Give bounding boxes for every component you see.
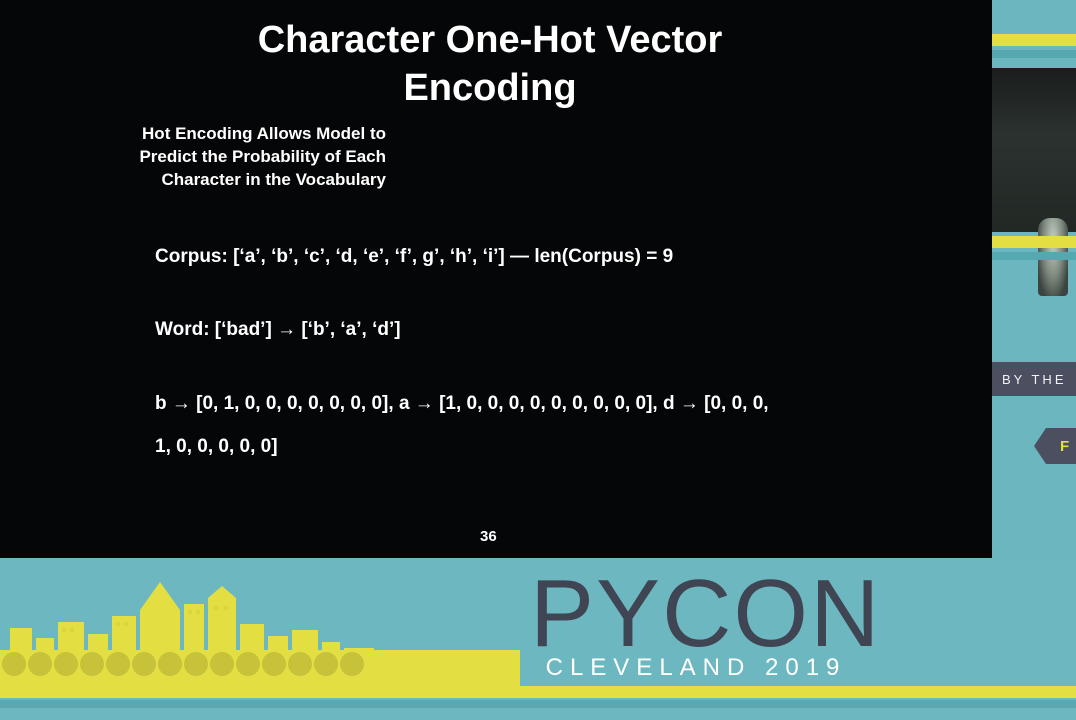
slide-subtitle: Hot Encoding Allows Model to Predict the… xyxy=(60,122,386,191)
cleveland-skyline-graphic xyxy=(0,582,520,688)
side-banner-text: BY THE xyxy=(1002,371,1067,387)
slide-subtitle-line-1: Hot Encoding Allows Model to xyxy=(142,124,386,143)
side-banner-letter: F xyxy=(1060,437,1070,455)
encoding-line-1: b → [0, 1, 0, 0, 0, 0, 0, 0, 0], a → [1,… xyxy=(155,393,769,414)
banner-yellow-stripe xyxy=(0,686,1076,698)
encoding-line-2: 1, 0, 0, 0, 0, 0] xyxy=(155,436,278,457)
word-line: Word: [‘bad’] → [‘b’, ‘a’, ‘d’] xyxy=(155,319,401,340)
stage-side-strip xyxy=(992,0,1076,558)
slide-subtitle-line-3: Character in the Vocabulary xyxy=(161,170,386,189)
side-yellow-stripe xyxy=(992,34,1076,46)
side-banner: BY THE xyxy=(992,362,1076,396)
slide-title: Character One-Hot Vector Encoding xyxy=(190,16,790,112)
banner-teal-stripe xyxy=(0,700,1076,708)
presentation-slide: Character One-Hot Vector Encoding Hot En… xyxy=(0,0,992,558)
stage-video-inset xyxy=(992,68,1076,296)
pycon-banner: PYCON CLEVELAND 2019 xyxy=(0,558,1076,720)
side-yellow-stripe-lower xyxy=(992,236,1076,248)
slide-title-line-1: Character One-Hot Vector xyxy=(257,19,723,61)
slide-page-number: 36 xyxy=(480,528,497,545)
pycon-logo-text: PYCON xyxy=(530,560,882,667)
side-teal-stripe xyxy=(992,50,1076,58)
slide-subtitle-line-2: Predict the Probability of Each xyxy=(139,147,386,166)
corpus-line: Corpus: [‘a’, ‘b’, ‘c’, ‘d, ‘e’, ‘f’, g’… xyxy=(155,246,674,267)
pycon-location-year: CLEVELAND 2019 xyxy=(545,654,847,681)
slide-title-line-2: Encoding xyxy=(403,67,577,109)
side-teal-stripe-lower xyxy=(992,252,1076,260)
